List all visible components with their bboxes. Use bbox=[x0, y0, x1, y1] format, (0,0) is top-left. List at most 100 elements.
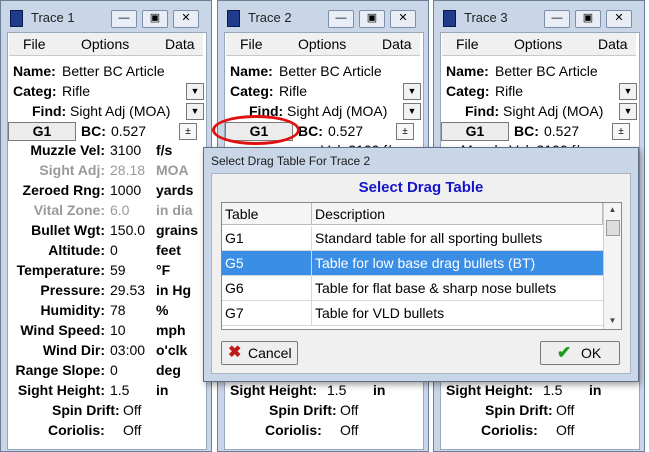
bc-label: BC: bbox=[81, 123, 106, 139]
name-label: Name: bbox=[446, 63, 489, 79]
menu-data[interactable]: Data bbox=[598, 36, 628, 52]
close-icon[interactable]: ✕ bbox=[390, 10, 416, 28]
categ-value[interactable]: Rifle bbox=[62, 83, 90, 99]
bc-label: BC: bbox=[514, 123, 539, 139]
menu-options[interactable]: Options bbox=[514, 36, 562, 52]
adjust-icon[interactable]: ± bbox=[612, 123, 630, 140]
param-unit: o'clk bbox=[156, 342, 188, 358]
trace1-titlebar[interactable]: Trace 1 — ▣ ✕ bbox=[1, 1, 211, 35]
ok-button[interactable]: ✔ OK bbox=[540, 341, 620, 365]
find-value[interactable]: Sight Adj (MOA) bbox=[70, 103, 170, 119]
param-value[interactable]: 78 bbox=[110, 302, 126, 318]
menu-file[interactable]: File bbox=[240, 36, 263, 52]
param-value[interactable]: 150.0 bbox=[110, 222, 145, 238]
drag-table-button[interactable]: G1 bbox=[8, 122, 76, 141]
chevron-down-icon[interactable]: ▼ bbox=[186, 83, 204, 100]
app-icon bbox=[10, 10, 23, 27]
param-unit: feet bbox=[156, 242, 181, 258]
spin-drift-value[interactable]: Off bbox=[123, 402, 141, 418]
menubar: File Options Data bbox=[226, 33, 420, 56]
param-unit: °F bbox=[156, 262, 171, 278]
name-value[interactable]: Better BC Article bbox=[279, 63, 382, 79]
trace2-titlebar[interactable]: Trace 2 — ▣ ✕ bbox=[218, 1, 428, 35]
param-value[interactable]: 03:00 bbox=[110, 342, 145, 358]
cell-divider bbox=[311, 276, 312, 300]
categ-value[interactable]: Rifle bbox=[495, 83, 523, 99]
coriolis-value[interactable]: Off bbox=[123, 422, 141, 438]
chevron-down-icon[interactable]: ▼ bbox=[403, 83, 421, 100]
menu-file[interactable]: File bbox=[456, 36, 479, 52]
coriolis-value[interactable]: Off bbox=[556, 422, 574, 438]
restore-icon[interactable]: ▣ bbox=[359, 10, 385, 28]
sight-height-value[interactable]: 1.5 bbox=[327, 382, 346, 398]
scroll-thumb[interactable] bbox=[606, 220, 620, 236]
param-unit: % bbox=[156, 302, 169, 318]
ok-label: OK bbox=[581, 345, 602, 361]
name-value[interactable]: Better BC Article bbox=[62, 63, 165, 79]
categ-value[interactable]: Rifle bbox=[279, 83, 307, 99]
drag-table-button[interactable]: G1 bbox=[441, 122, 509, 141]
spin-drift-value[interactable]: Off bbox=[340, 402, 358, 418]
scroll-up-icon[interactable]: ▲ bbox=[604, 203, 621, 217]
menu-data[interactable]: Data bbox=[382, 36, 412, 52]
column-header-table[interactable]: Table bbox=[222, 203, 312, 225]
table-cell-description: Standard table for all sporting bullets bbox=[315, 230, 543, 246]
restore-icon[interactable]: ▣ bbox=[575, 10, 601, 28]
table-row[interactable]: G7 Table for VLD bullets bbox=[222, 301, 603, 326]
dialog-client: Select Drag Table Table Description G1 St… bbox=[211, 173, 631, 374]
cell-divider bbox=[311, 251, 312, 275]
bc-value[interactable]: 0.527 bbox=[111, 123, 146, 139]
scroll-down-icon[interactable]: ▼ bbox=[604, 314, 621, 328]
minimize-icon[interactable]: — bbox=[111, 10, 137, 28]
param-value[interactable]: 1.5 bbox=[110, 382, 129, 398]
coriolis-label: Coriolis: bbox=[48, 422, 105, 438]
vertical-scrollbar[interactable]: ▲ ▼ bbox=[603, 203, 621, 329]
param-value[interactable]: 0 bbox=[110, 242, 118, 258]
minimize-icon[interactable]: — bbox=[328, 10, 354, 28]
chevron-down-icon[interactable]: ▼ bbox=[619, 83, 637, 100]
sight-height-value[interactable]: 1.5 bbox=[543, 382, 562, 398]
spin-drift-value[interactable]: Off bbox=[556, 402, 574, 418]
minimize-icon[interactable]: — bbox=[544, 10, 570, 28]
param-value[interactable]: 3100 bbox=[110, 142, 141, 158]
trace3-titlebar[interactable]: Trace 3 — ▣ ✕ bbox=[434, 1, 644, 35]
find-value[interactable]: Sight Adj (MOA) bbox=[287, 103, 387, 119]
categ-label: Categ: bbox=[230, 83, 274, 99]
cancel-button[interactable]: ✖ Cancel bbox=[221, 341, 298, 365]
adjust-icon[interactable]: ± bbox=[179, 123, 197, 140]
bc-value[interactable]: 0.527 bbox=[544, 123, 579, 139]
param-label: Zeroed Rng: bbox=[22, 182, 105, 198]
param-value[interactable]: 29.53 bbox=[110, 282, 145, 298]
menu-options[interactable]: Options bbox=[298, 36, 346, 52]
adjust-icon[interactable]: ± bbox=[396, 123, 414, 140]
chevron-down-icon[interactable]: ▼ bbox=[403, 103, 421, 120]
cell-divider bbox=[311, 301, 312, 325]
menu-file[interactable]: File bbox=[23, 36, 46, 52]
close-icon[interactable]: ✕ bbox=[173, 10, 199, 28]
param-value[interactable]: 10 bbox=[110, 322, 126, 338]
coriolis-value[interactable]: Off bbox=[340, 422, 358, 438]
param-value[interactable]: 0 bbox=[110, 362, 118, 378]
close-icon[interactable]: ✕ bbox=[606, 10, 632, 28]
find-value[interactable]: Sight Adj (MOA) bbox=[503, 103, 603, 119]
menu-options[interactable]: Options bbox=[81, 36, 129, 52]
table-row[interactable]: G5 Table for low base drag bullets (BT) bbox=[222, 251, 603, 276]
chevron-down-icon[interactable]: ▼ bbox=[619, 103, 637, 120]
column-header-description[interactable]: Description bbox=[312, 203, 603, 225]
window-title: Trace 3 bbox=[464, 10, 508, 25]
drag-table-list[interactable]: Table Description G1 Standard table for a… bbox=[221, 202, 622, 330]
table-row[interactable]: G1 Standard table for all sporting bullet… bbox=[222, 226, 603, 251]
param-label: Vital Zone: bbox=[33, 202, 105, 218]
table-row[interactable]: G6 Table for flat base & sharp nose bulle… bbox=[222, 276, 603, 301]
find-label: Find: bbox=[32, 103, 67, 119]
menu-data[interactable]: Data bbox=[165, 36, 195, 52]
chevron-down-icon[interactable]: ▼ bbox=[186, 103, 204, 120]
param-value[interactable]: 1000 bbox=[110, 182, 141, 198]
bc-value[interactable]: 0.527 bbox=[328, 123, 363, 139]
sight-height-unit: in bbox=[373, 382, 386, 398]
name-value[interactable]: Better BC Article bbox=[495, 63, 598, 79]
param-value[interactable]: 59 bbox=[110, 262, 126, 278]
param-label: Sight Height: bbox=[17, 382, 105, 398]
restore-icon[interactable]: ▣ bbox=[142, 10, 168, 28]
spin-drift-label: Spin Drift: bbox=[52, 402, 120, 418]
